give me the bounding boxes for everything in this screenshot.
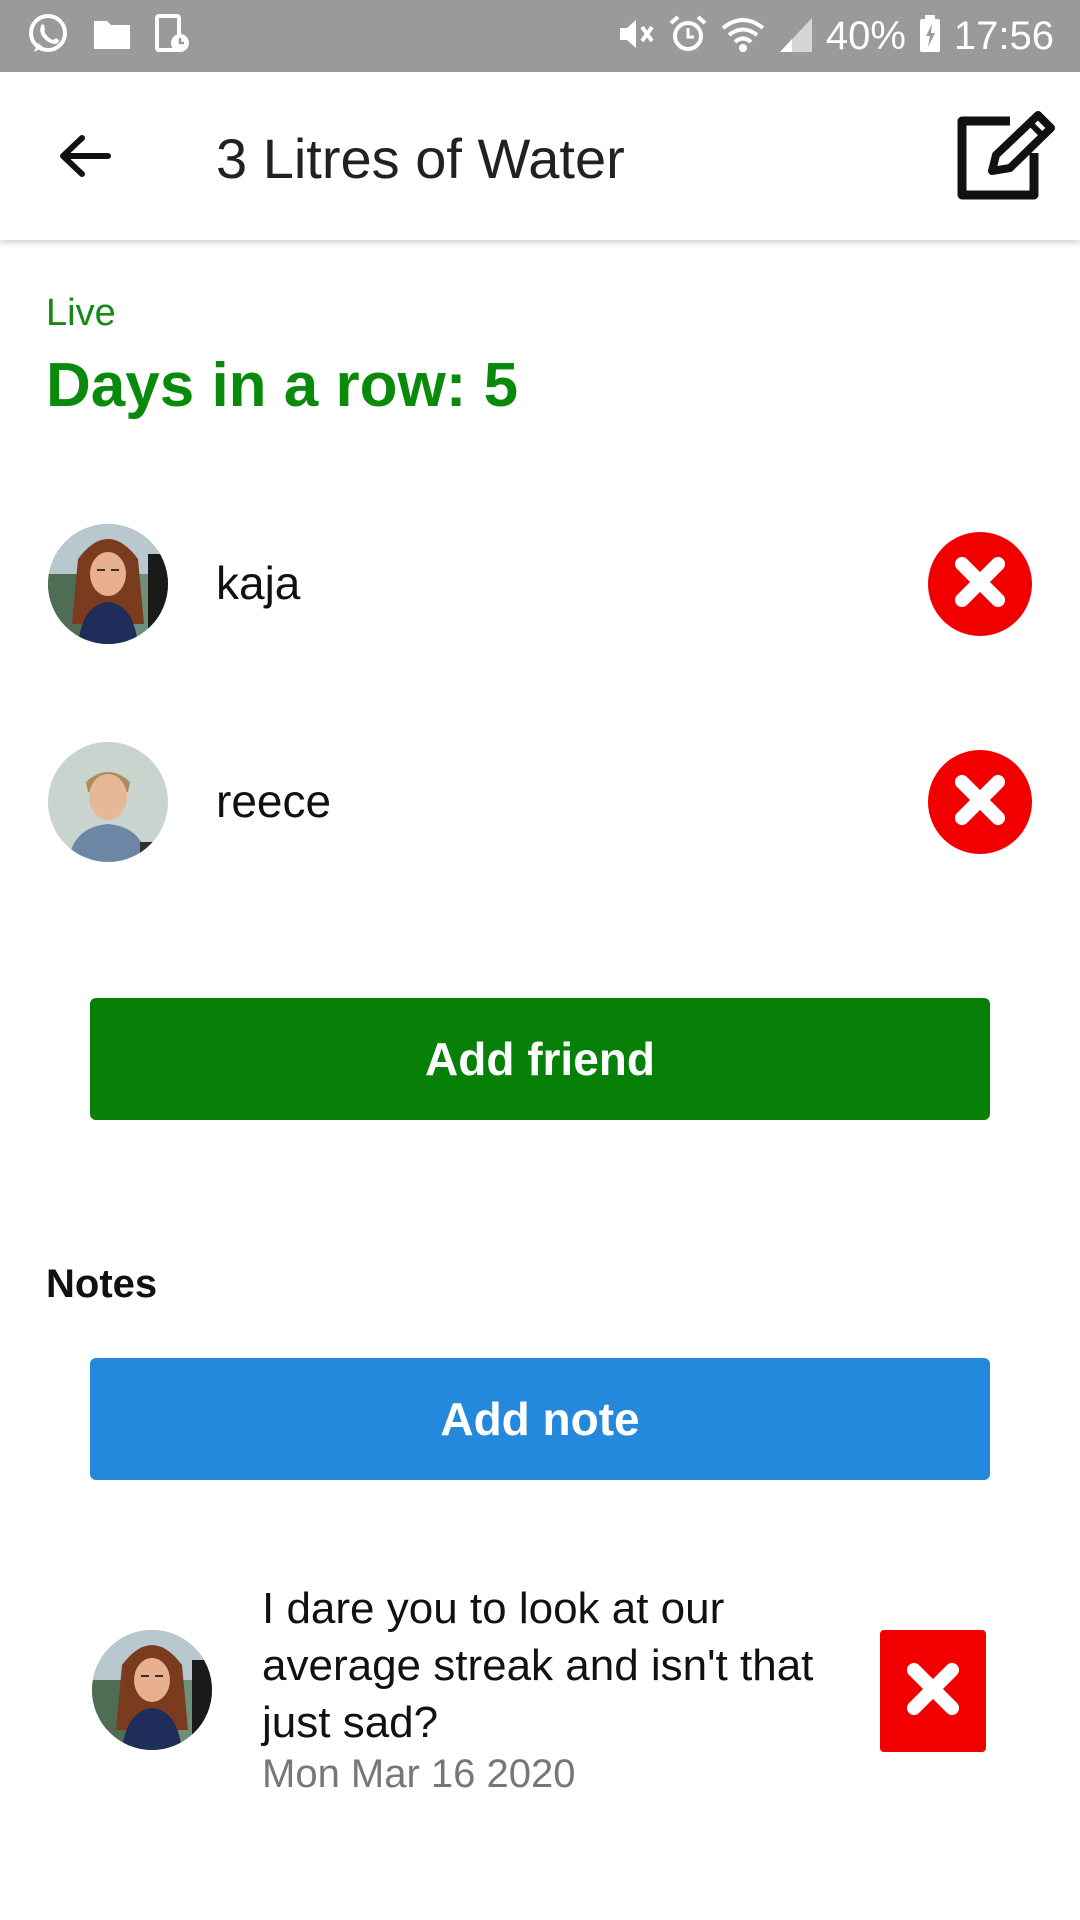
- note-author-avatar: [92, 1630, 212, 1750]
- remove-friend-button[interactable]: [928, 750, 1032, 854]
- streak-counter: Days in a row: 5: [46, 351, 519, 420]
- remove-circle-icon: [950, 770, 1010, 835]
- clock: 17:56: [953, 13, 1054, 58]
- signal-icon: [778, 14, 814, 59]
- back-button[interactable]: [48, 122, 120, 194]
- folder-icon: [92, 17, 132, 56]
- remove-square-icon: [904, 1660, 962, 1723]
- status-bar-right: 40% 17:56: [604, 14, 1054, 59]
- vibrate-mute-icon: [616, 14, 656, 59]
- arrow-left-icon: [56, 132, 112, 185]
- challenge-status: Live: [46, 292, 116, 334]
- note-text: I dare you to look at our average streak…: [262, 1584, 814, 1747]
- battery-percent: 40%: [825, 13, 906, 58]
- add-note-button[interactable]: Add note: [90, 1358, 990, 1480]
- remove-circle-icon: [950, 552, 1010, 617]
- status-bar-left: [26, 12, 212, 61]
- alarm-icon: [668, 14, 708, 59]
- status-bar: 40% 17:56: [0, 0, 1080, 72]
- friend-name: kaja: [216, 557, 301, 609]
- avatar: [48, 742, 168, 862]
- delete-note-button[interactable]: [880, 1630, 986, 1752]
- edit-button[interactable]: [948, 108, 1060, 208]
- friend-name: reece: [216, 775, 332, 827]
- page-title: 3 Litres of Water: [216, 127, 625, 190]
- battery-icon: [918, 14, 942, 59]
- avatar: [48, 524, 168, 644]
- edit-icon: [952, 109, 1056, 208]
- add-friend-button[interactable]: Add friend: [90, 998, 990, 1120]
- wifi-icon: [720, 14, 766, 59]
- note-date: Mon Mar 16 2020: [262, 1752, 576, 1796]
- notes-heading: Notes: [46, 1262, 158, 1306]
- app-bar: 3 Litres of Water: [0, 72, 1080, 240]
- friend-row: reece: [0, 740, 1080, 864]
- device-timer-icon: [154, 13, 190, 59]
- friend-row: kaja: [0, 522, 1080, 646]
- whatsapp-icon: [26, 12, 70, 61]
- remove-friend-button[interactable]: [928, 532, 1032, 636]
